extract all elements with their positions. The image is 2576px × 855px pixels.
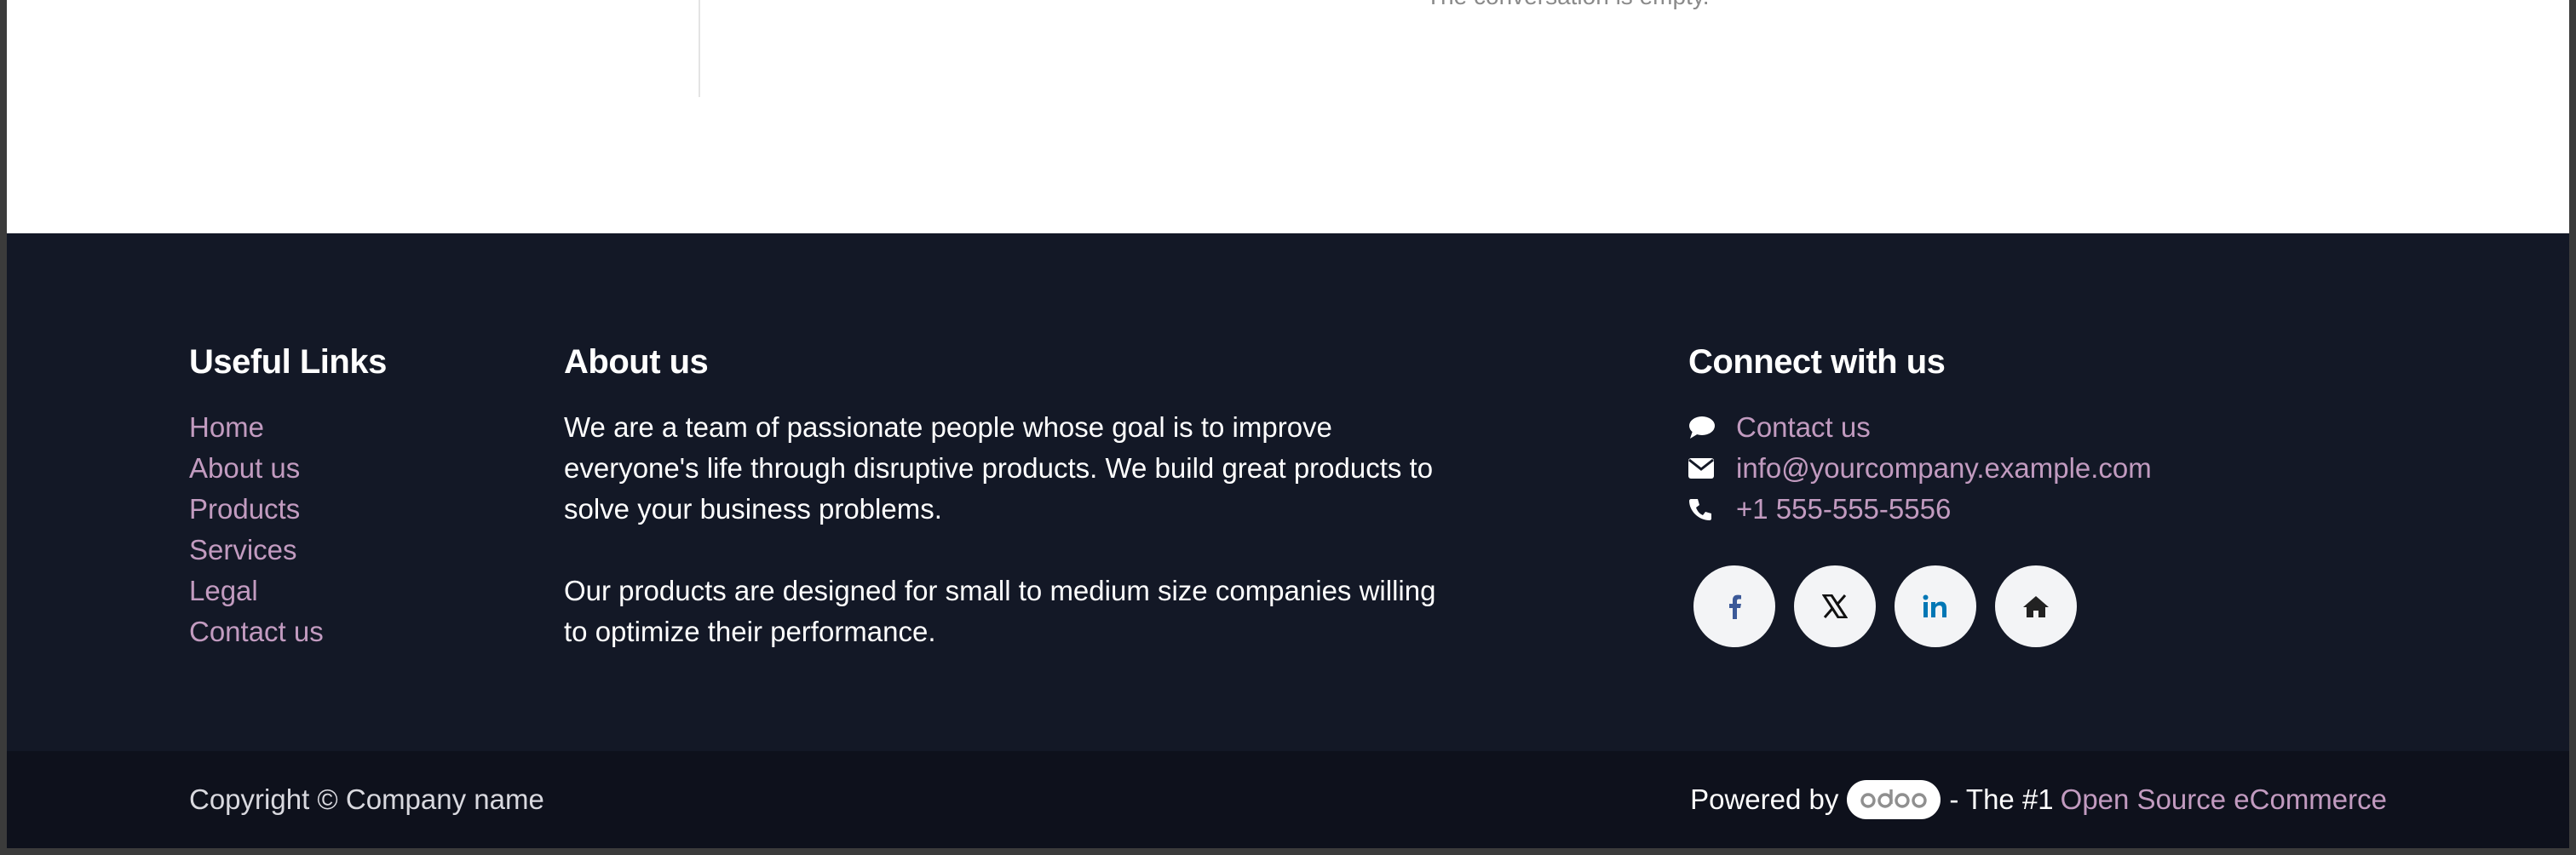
panel-divider <box>699 0 700 97</box>
social-links <box>1693 565 2152 647</box>
site-footer: Useful Links Home About us Products Serv… <box>7 233 2569 751</box>
odoo-logo[interactable] <box>1847 780 1941 819</box>
linkedin-button[interactable] <box>1895 565 1976 647</box>
contact-row: Contact us <box>1688 407 2152 448</box>
x-twitter-icon <box>1822 594 1848 618</box>
footer-link-contact-us[interactable]: Contact us <box>189 611 387 652</box>
powered-by-middle: - The #1 <box>1949 783 2054 815</box>
footer-link-home[interactable]: Home <box>189 407 387 448</box>
home-button[interactable] <box>1995 565 2077 647</box>
about-paragraph-1: We are a team of passionate people whose… <box>564 411 1434 525</box>
connect-title: Connect with us <box>1688 343 1946 381</box>
about-paragraph-2: Our products are designed for small to m… <box>564 575 1436 647</box>
footer-link-services[interactable]: Services <box>189 530 387 571</box>
facebook-icon <box>1729 594 1741 619</box>
phone-row: +1 555-555-5556 <box>1688 489 2152 530</box>
footer-link-legal[interactable]: Legal <box>189 571 387 611</box>
about-title: About us <box>564 343 709 381</box>
page-frame: The conversation is empty. Useful Links … <box>7 0 2569 848</box>
copyright-text: Copyright © Company name <box>189 783 544 815</box>
envelope-icon <box>1688 448 1726 489</box>
email-link[interactable]: info@yourcompany.example.com <box>1736 452 2152 485</box>
useful-links-section: Useful Links Home About us Products Serv… <box>189 341 387 652</box>
contact-us-link[interactable]: Contact us <box>1736 411 1871 444</box>
open-source-ecommerce-link[interactable]: Open Source eCommerce <box>2061 783 2387 816</box>
facebook-button[interactable] <box>1693 565 1775 647</box>
linkedin-icon <box>1923 594 1946 617</box>
phone-link[interactable]: +1 555-555-5556 <box>1736 493 1951 525</box>
footer-link-products[interactable]: Products <box>189 489 387 530</box>
powered-by-label: Powered by <box>1690 783 1839 815</box>
odoo-wordmark <box>1860 789 1928 808</box>
email-row: info@yourcompany.example.com <box>1688 448 2152 489</box>
chat-area: The conversation is empty. <box>7 0 2569 233</box>
connect-section: Connect with us Contact us info@yourcomp… <box>1688 341 2152 647</box>
home-icon <box>2023 596 2049 617</box>
footer-link-about-us[interactable]: About us <box>189 448 387 489</box>
footer-bottom-bar: Copyright © Company name Powered by - Th… <box>7 751 2569 848</box>
phone-icon <box>1688 489 1726 530</box>
x-twitter-button[interactable] <box>1794 565 1876 647</box>
about-section: About us We are a team of passionate peo… <box>564 341 1467 693</box>
empty-conversation-message: The conversation is empty. <box>1426 0 1710 10</box>
comment-icon <box>1688 407 1726 448</box>
useful-links-title: Useful Links <box>189 343 387 381</box>
powered-by: Powered by - The #1 Open Source eCommerc… <box>1690 751 2387 848</box>
